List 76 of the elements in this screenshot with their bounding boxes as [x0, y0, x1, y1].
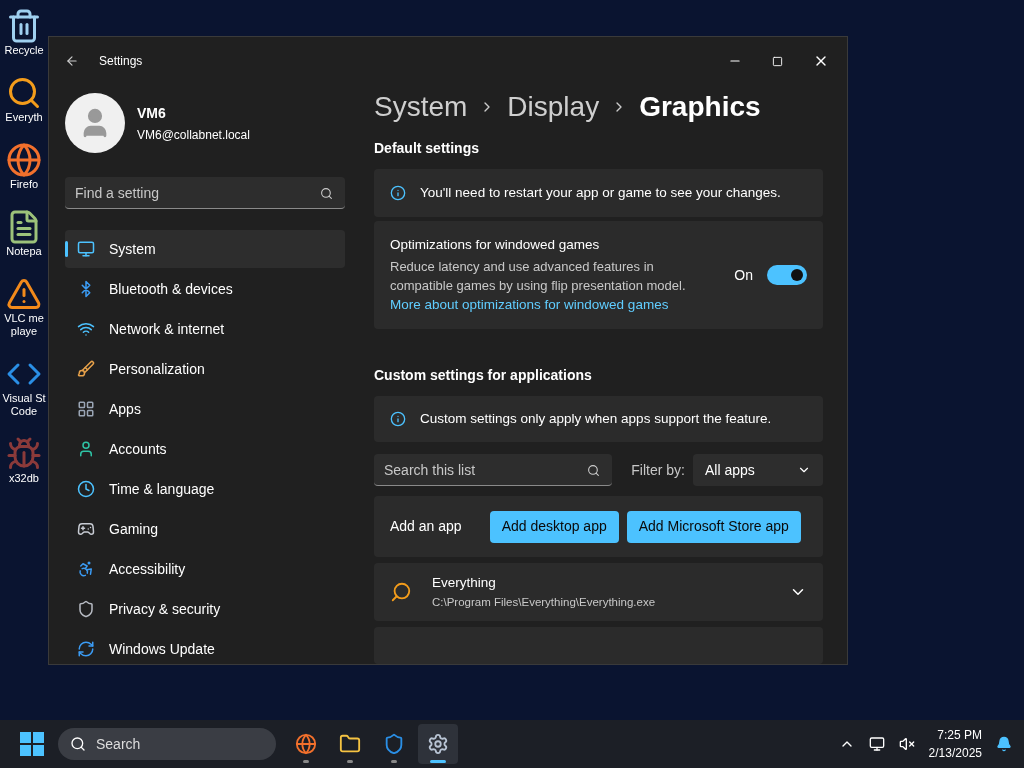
section-heading: Custom settings for applications: [374, 366, 593, 386]
desktop-shortcut-icon[interactable]: [6, 8, 42, 44]
taskbar-search[interactable]: Search: [58, 728, 276, 760]
desktop-shortcut-icon[interactable]: [6, 75, 42, 111]
search-icon: [587, 464, 600, 478]
nav-item[interactable]: Bluetooth & devices: [65, 270, 345, 308]
clock-time[interactable]: 7:25 PM: [937, 726, 982, 744]
find-setting-field[interactable]: Find a setting: [65, 177, 345, 209]
learn-more-link[interactable]: More about optimizations for windowed games: [390, 295, 735, 316]
brush-icon: [77, 360, 95, 378]
app-path: C:\Program Files\Everything\Everything.exe: [432, 594, 657, 610]
nav-item[interactable]: System: [65, 230, 345, 268]
desktop-icon-label: x32db: [8, 472, 40, 485]
desktop-shortcut-icon[interactable]: [6, 142, 42, 178]
nav-item[interactable]: Windows Update: [65, 630, 345, 668]
breadcrumb-item[interactable]: Display: [507, 85, 600, 128]
window-title: Settings: [99, 53, 143, 70]
breadcrumb-item: Graphics: [639, 89, 761, 124]
desktop-icon-label: Visual St Code: [1, 392, 47, 418]
user-name: VM6: [137, 103, 167, 123]
app-name: Everything: [432, 574, 497, 593]
search-icon: [320, 187, 333, 200]
search-icon: [70, 736, 86, 752]
desktop-icon-label: VLC me playe: [3, 312, 45, 338]
desktop-shortcut-icon[interactable]: [6, 276, 42, 312]
setting-description: Reduce latency and use advanced features in compatible games by using flip presentation model.: [390, 258, 687, 296]
system-icon: [77, 240, 95, 258]
settings-icon: [427, 733, 449, 755]
setting-title: Optimizations for windowed games: [390, 235, 601, 254]
muted-speaker-icon[interactable]: [898, 736, 915, 752]
privacy-icon: [77, 600, 95, 618]
desktop-icon-label: Notepa: [5, 245, 43, 258]
apps-icon: [77, 400, 95, 418]
nav-item[interactable]: Apps: [65, 390, 345, 428]
add-app-button[interactable]: Add Microsoft Store app: [626, 510, 801, 543]
magnifier-icon: [390, 581, 412, 604]
folder-icon: [339, 733, 361, 755]
update-icon: [77, 640, 95, 658]
info-icon: [390, 185, 406, 202]
nav-item[interactable]: Network & internet: [65, 310, 345, 348]
info-text: Custom settings only apply when apps support the feature.: [420, 410, 772, 429]
toggle-switch[interactable]: [767, 265, 807, 286]
add-app-label: Add an app: [390, 517, 462, 536]
nav-item[interactable]: Accounts: [65, 430, 345, 468]
maximize-icon[interactable]: [772, 55, 783, 67]
taskbar-app[interactable]: [418, 724, 458, 764]
browser-icon: [295, 733, 317, 755]
clock-date[interactable]: 2/13/2025: [928, 744, 982, 762]
toggle-state-label: On: [734, 265, 753, 285]
selection-indicator: [65, 241, 68, 257]
nav-item[interactable]: Accessibility: [65, 550, 345, 588]
user-email: VM6@collabnet.local: [137, 126, 250, 144]
nav-item[interactable]: Personalization: [65, 350, 345, 388]
gaming-icon: [77, 520, 95, 538]
accessibility-icon: [77, 560, 95, 578]
nav-item[interactable]: Time & language: [65, 470, 345, 508]
filter-dropdown[interactable]: All apps: [693, 454, 823, 487]
desktop-icon-label: Firefo: [8, 178, 40, 191]
time-icon: [77, 480, 95, 498]
desktop-icon-label: Everyth: [4, 111, 44, 124]
info-icon: [390, 411, 406, 428]
nav-item[interactable]: Privacy & security: [65, 590, 345, 628]
add-app-button[interactable]: Add desktop app: [489, 510, 619, 543]
filter-label: Filter by:: [631, 460, 685, 480]
section-heading: Default settings: [374, 139, 480, 159]
accounts-icon: [77, 440, 95, 458]
breadcrumb-item[interactable]: System: [374, 85, 468, 128]
back-icon[interactable]: [65, 54, 79, 68]
bell-icon[interactable]: [996, 736, 1012, 752]
shield-icon: [383, 733, 405, 755]
nav-item[interactable]: Gaming: [65, 510, 345, 548]
start-icon[interactable]: [20, 732, 44, 756]
search-list-field[interactable]: Search this list: [374, 454, 612, 487]
desktop-icon-label: Recycle: [3, 44, 45, 57]
info-text: You'll need to restart your app or game to see your changes.: [420, 184, 781, 202]
app-row[interactable]: Everything C:\Program Files\Everything\Everything.exe: [374, 562, 823, 622]
